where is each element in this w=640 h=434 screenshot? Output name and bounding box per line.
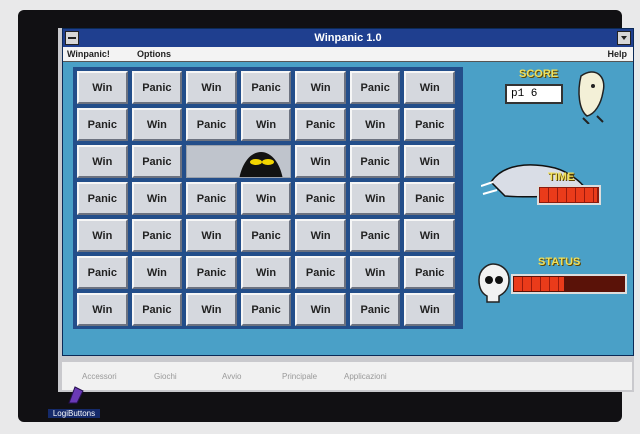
window-title: Winpanic 1.0 [314, 32, 382, 44]
taskbar-item[interactable]: Accessori [82, 372, 117, 381]
grid-cell[interactable]: Win [404, 71, 456, 104]
game-grid: Win Panic Win Panic Win Panic Win Panic … [73, 67, 463, 329]
grid-cell[interactable]: Panic [77, 256, 128, 289]
grid-cell[interactable]: Win [186, 293, 237, 326]
time-meter [537, 185, 601, 205]
taskbar-item[interactable]: Applicazioni [344, 372, 387, 381]
menu-options[interactable]: Options [137, 49, 171, 59]
grid-cell[interactable]: Panic [240, 71, 292, 104]
grid-cell[interactable]: Panic [131, 293, 183, 326]
grid-cell[interactable]: Panic [240, 293, 292, 326]
status-meter [511, 274, 627, 294]
minimize-icon[interactable] [617, 31, 631, 45]
grid-cell[interactable]: Panic [77, 108, 128, 141]
grid-cell[interactable]: Panic [131, 71, 183, 104]
grid-cell[interactable]: Win [240, 108, 292, 141]
desktop-screen: Winpanic 1.0 Winpanic! Options Help Win … [58, 28, 634, 392]
desktop-icon-label: LogiButtons [48, 409, 100, 418]
grid-cell[interactable]: Panic [295, 108, 346, 141]
grid-cell[interactable]: Panic [131, 145, 183, 178]
grid-cell[interactable]: Win [131, 108, 183, 141]
grid-cell[interactable]: Panic [349, 293, 401, 326]
logibuttons-icon [68, 386, 84, 404]
status-meter-fill [514, 277, 565, 291]
grid-row: Win Panic Win Panic Win Panic Win [77, 71, 459, 106]
grid-cell[interactable]: Win [77, 219, 128, 252]
grid-row: Win Panic Win Panic Win [77, 145, 459, 180]
grid-cell[interactable]: Win [77, 293, 128, 326]
grid-cell[interactable]: Win [77, 71, 128, 104]
grid-cell[interactable]: Panic [240, 219, 292, 252]
program-manager-bar: Accessori Giochi Avvio Principale Applic… [62, 362, 632, 390]
grid-cell[interactable]: Panic [186, 108, 237, 141]
score-label: SCORE [519, 68, 559, 80]
grid-row: Win Panic Win Panic Win Panic Win [77, 293, 459, 328]
grid-cell[interactable]: Win [295, 71, 346, 104]
grid-cell[interactable]: Panic [131, 219, 183, 252]
grid-cell[interactable]: Win [349, 108, 401, 141]
time-label: TIME [548, 171, 575, 183]
grid-cell[interactable]: Win [240, 182, 292, 215]
cheese-creature-icon [578, 71, 605, 124]
menu-bar: Winpanic! Options Help [63, 47, 633, 62]
system-menu-icon[interactable] [65, 31, 79, 45]
grid-cell[interactable]: Panic [77, 182, 128, 215]
grid-row: Panic Win Panic Win Panic Win Panic [77, 182, 459, 217]
hooded-ghost-icon [239, 152, 283, 177]
taskbar-item[interactable]: Giochi [154, 372, 177, 381]
grid-cell[interactable]: Panic [404, 108, 456, 141]
grid-cell[interactable]: Win [77, 145, 128, 178]
grid-cell[interactable]: Win [349, 256, 401, 289]
menu-winpanic[interactable]: Winpanic! [67, 49, 110, 59]
skull-icon [478, 263, 510, 303]
grid-cell[interactable]: Win [131, 182, 183, 215]
taskbar-item[interactable]: Avvio [222, 372, 241, 381]
grid-cell[interactable]: Win [186, 71, 237, 104]
grid-cell[interactable]: Panic [349, 219, 401, 252]
grid-cell[interactable]: Win [186, 219, 237, 252]
grid-cell[interactable]: Panic [295, 182, 346, 215]
game-client-area: Win Panic Win Panic Win Panic Win Panic … [63, 62, 633, 355]
winpanic-window: Winpanic 1.0 Winpanic! Options Help Win … [62, 28, 634, 356]
grid-cell[interactable]: Win [404, 219, 456, 252]
grid-cell[interactable]: Win [295, 219, 346, 252]
grid-cell[interactable]: Panic [295, 256, 346, 289]
grid-cell[interactable]: Panic [404, 182, 456, 215]
grid-cell[interactable]: Panic [349, 145, 401, 178]
grid-cell[interactable]: Win [349, 182, 401, 215]
empty-grid-slot [186, 145, 292, 178]
taskbar-item[interactable]: Principale [282, 372, 317, 381]
menu-help[interactable]: Help [607, 49, 627, 59]
grid-cell[interactable]: Panic [404, 256, 456, 289]
grid-cell[interactable]: Panic [186, 182, 237, 215]
grid-cell[interactable]: Win [131, 256, 183, 289]
time-meter-fill [540, 188, 597, 202]
window-titlebar[interactable]: Winpanic 1.0 [63, 29, 633, 47]
grid-row: Panic Win Panic Win Panic Win Panic [77, 108, 459, 143]
grid-cell[interactable]: Panic [349, 71, 401, 104]
grid-cell[interactable]: Panic [186, 256, 237, 289]
grid-row: Panic Win Panic Win Panic Win Panic [77, 256, 459, 291]
grid-cell[interactable]: Win [404, 145, 455, 178]
desktop-icon[interactable]: LogiButtons [48, 385, 100, 425]
grid-cell[interactable]: Win [404, 293, 456, 326]
grid-cell[interactable]: Win [295, 145, 346, 178]
grid-cell[interactable]: Win [295, 293, 346, 326]
grid-cell[interactable]: Win [240, 256, 292, 289]
monitor-frame: Winpanic 1.0 Winpanic! Options Help Win … [18, 10, 634, 422]
grid-row: Win Panic Win Panic Win Panic Win [77, 219, 459, 254]
status-label: STATUS [538, 256, 581, 268]
score-value: p1 6 [505, 84, 563, 104]
